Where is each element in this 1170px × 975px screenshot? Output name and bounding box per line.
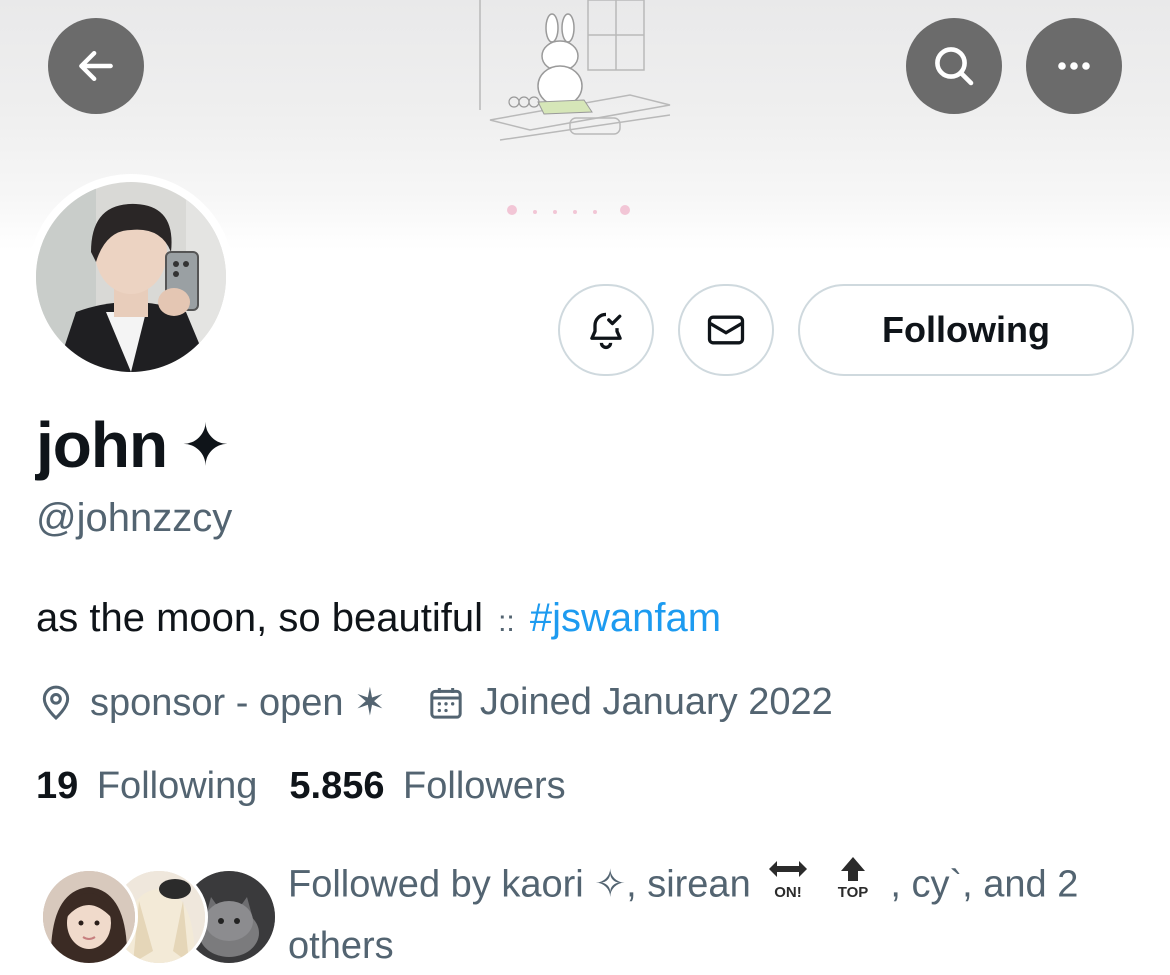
banner-illustration — [479, 0, 671, 215]
notifications-button[interactable] — [558, 284, 654, 376]
bell-check-icon — [590, 312, 622, 349]
followed-by-text[interactable]: Followed by kaori ✧, sirean ON! TOP , cy… — [288, 855, 1138, 975]
following-stat-label: Following — [96, 765, 258, 807]
search-icon — [935, 47, 974, 86]
followers-count: 5.856 — [289, 765, 385, 807]
followers-stat-label: Followers — [403, 765, 566, 807]
top-arrow-label: TOP — [838, 884, 869, 901]
profile-stats: 19 Following 5.856 Followers — [36, 765, 566, 808]
profile-meta: sponsor - open ✶ Joined January 2022 — [36, 680, 833, 725]
profile-handle: @johnzzcy — [36, 496, 233, 540]
bio-separator: :: — [498, 605, 515, 638]
joined-date: Joined January 2022 — [479, 681, 833, 723]
display-name-text: john — [36, 409, 168, 481]
profile-bio: as the moon, so beautiful :: #jswanfam — [36, 596, 721, 641]
avatar — [36, 182, 226, 372]
top-arrow-icon: TOP — [830, 855, 876, 918]
arrow-left-icon — [79, 50, 113, 82]
following-stat-link[interactable]: 19 Following — [36, 765, 257, 808]
on-arrow-label: ON! — [775, 884, 803, 901]
more-horizontal-icon — [1058, 62, 1090, 70]
location-pin-icon — [42, 685, 70, 720]
back-button[interactable] — [48, 18, 144, 114]
search-button[interactable] — [906, 18, 1002, 114]
following-button-label: Following — [882, 309, 1050, 350]
location-text: sponsor - open ✶ — [90, 682, 386, 724]
on-arrow-icon: ON! — [765, 855, 811, 918]
bio-text: as the moon, so beautiful — [36, 596, 483, 640]
following-count: 19 — [36, 765, 79, 807]
more-button[interactable] — [1026, 18, 1122, 114]
message-button[interactable] — [678, 284, 774, 376]
display-name: john ✦ — [36, 408, 230, 482]
bio-hashtag-link[interactable]: #jswanfam — [530, 596, 721, 640]
envelope-icon — [707, 315, 745, 345]
calendar-icon — [430, 687, 462, 719]
following-button[interactable]: Following — [798, 284, 1134, 376]
profile-avatar[interactable] — [28, 174, 234, 380]
followers-stat-link[interactable]: 5.856 Followers — [289, 765, 565, 808]
followed-by-prefix: Followed by kaori ✧, sirean — [288, 863, 751, 906]
follower-avatar — [40, 868, 138, 966]
followed-by-avatars[interactable] — [40, 868, 278, 968]
sparkle-icon: ✦ — [181, 413, 230, 478]
